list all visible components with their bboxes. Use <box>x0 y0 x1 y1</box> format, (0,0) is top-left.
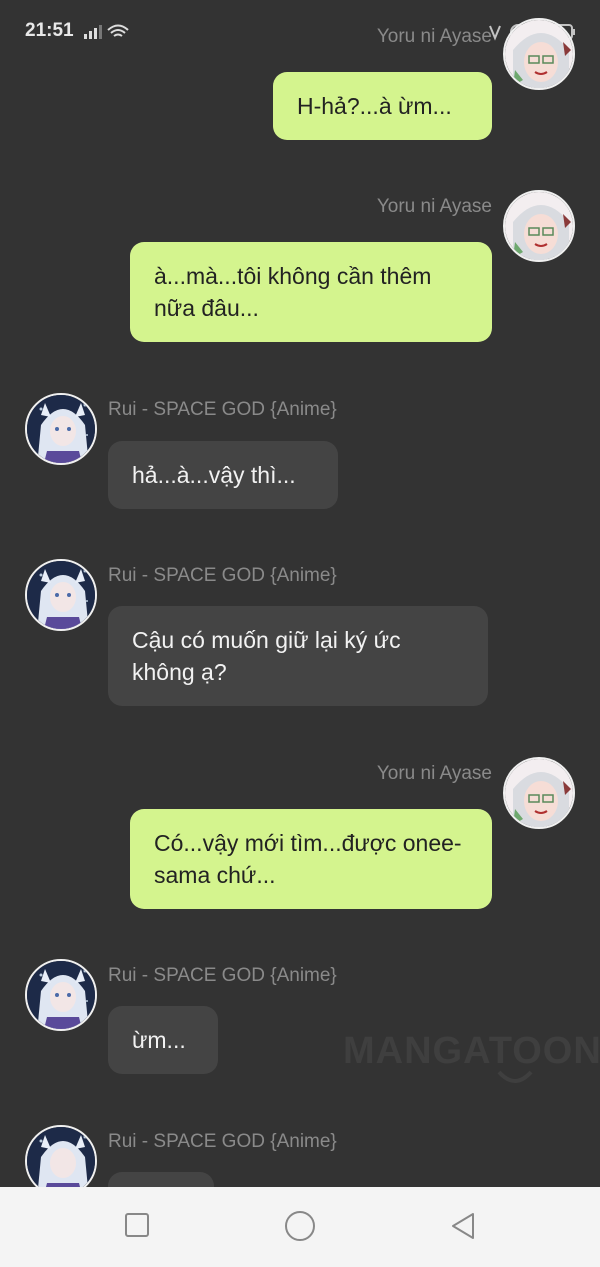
message-bubble[interactable]: H-hả?...à ừm... <box>273 72 492 140</box>
back-button[interactable] <box>449 1211 477 1246</box>
sender-name: Rui - SPACE GOD {Anime} <box>108 1131 337 1152</box>
mangatoon-watermark: MANGATOON <box>343 1030 600 1072</box>
watermark-smile-icon <box>495 1068 535 1093</box>
status-icons <box>82 22 132 47</box>
sender-name: Rui - SPACE GOD {Anime} <box>108 399 337 420</box>
sender-name: Rui - SPACE GOD {Anime} <box>108 565 337 586</box>
avatar-rui[interactable] <box>25 559 97 631</box>
wifi-icon <box>107 24 129 37</box>
message-bubble[interactable]: Có...vậy mới tìm...được onee-sama chứ... <box>130 809 492 909</box>
avatar-ayase[interactable] <box>503 190 575 262</box>
message-bubble[interactable]: hả...à...vậy thì... <box>108 441 338 509</box>
circle-home-icon <box>285 1211 315 1241</box>
message-bubble[interactable]: à...mà...tôi không cần thêm nữa đâu... <box>130 242 492 342</box>
navigation-bar <box>0 1187 600 1267</box>
message-bubble[interactable]: ừm... <box>108 1006 218 1074</box>
sender-name: Yoru ni Ayase <box>376 26 492 47</box>
avatar-ayase[interactable] <box>503 18 575 90</box>
recents-button[interactable] <box>124 1212 150 1243</box>
sender-name: Yoru ni Ayase <box>376 763 492 784</box>
avatar-rui[interactable] <box>25 959 97 1031</box>
signal-icon <box>84 25 102 39</box>
home-button[interactable] <box>284 1210 316 1247</box>
avatar-rui[interactable] <box>25 393 97 465</box>
avatar-ayase[interactable] <box>503 757 575 829</box>
sender-name: Yoru ni Ayase <box>376 196 492 217</box>
square-recents-icon <box>125 1213 149 1237</box>
message-bubble[interactable]: Cậu có muốn giữ lại ký ức không ạ? <box>108 606 488 706</box>
sender-name: Rui - SPACE GOD {Anime} <box>108 965 337 986</box>
status-time: 21:51 <box>25 20 74 41</box>
triangle-back-icon <box>452 1213 474 1239</box>
